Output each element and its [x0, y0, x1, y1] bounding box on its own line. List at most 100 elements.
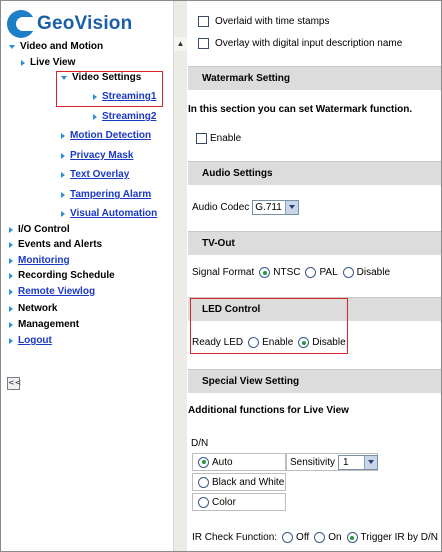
sidebar-item-label: Logout: [18, 335, 52, 346]
expanded-arrow-icon: [9, 44, 15, 49]
ir-trigger-label: Trigger IR by D/N: [360, 532, 438, 543]
sidebar-item-label: Text Overlay: [70, 169, 130, 180]
sidebar-scrollbar[interactable]: ▲: [173, 1, 187, 551]
collapsed-arrow-icon: [61, 171, 65, 178]
watermark-description: In this section you can set Watermark fu…: [188, 104, 413, 115]
audio-codec-select[interactable]: G.711: [252, 200, 299, 215]
sidebar-item-label: Network: [18, 303, 58, 314]
watermark-section-header: Watermark Setting: [188, 66, 441, 90]
sidebar-item-label: Management: [18, 319, 80, 330]
dn-color-label: Color: [212, 496, 236, 508]
highlight-box-led-control: [190, 298, 348, 354]
chevron-down-icon: [284, 201, 298, 214]
overlay-input-checkbox[interactable]: [198, 38, 209, 49]
audio-section-header: Audio Settings: [188, 161, 441, 185]
sidebar-item-label: I/O Control: [18, 224, 70, 235]
ir-on-radio[interactable]: [314, 532, 326, 543]
sidebar-item-recording-schedule[interactable]: Recording Schedule: [9, 270, 115, 281]
tvout-section-header: TV-Out: [188, 231, 441, 255]
overlay-time-row: Overlaid with time stamps: [198, 16, 329, 27]
tvout-disable-radio[interactable]: [342, 267, 354, 278]
sidebar-item-remote-viewlog[interactable]: Remote Viewlog: [9, 286, 95, 297]
sidebar-item-text-overlay[interactable]: Text Overlay: [61, 169, 129, 180]
sidebar-item-label: Recording Schedule: [18, 270, 115, 281]
collapse-sidebar-button[interactable]: <<: [7, 377, 21, 390]
sidebar-item-live-view[interactable]: Live View: [21, 57, 75, 68]
sidebar-item-label: Visual Automation: [70, 208, 158, 219]
collapsed-arrow-icon: [9, 241, 13, 248]
chevron-down-icon: [364, 455, 378, 469]
sidebar-item-label: Remote Viewlog: [18, 286, 96, 297]
collapsed-arrow-icon: [61, 210, 65, 217]
sidebar-item-visual-automation[interactable]: Visual Automation: [61, 208, 157, 219]
sidebar-item-label: Streaming2: [102, 111, 157, 122]
signal-format-row: Signal Format NTSC PAL Disable: [192, 267, 390, 278]
dn-bw-radio[interactable]: [198, 476, 209, 488]
watermark-enable-checkbox[interactable]: [196, 133, 207, 144]
overlay-input-label: Overlay with digital input description n…: [215, 38, 403, 49]
collapsed-arrow-icon: [9, 226, 13, 233]
sidebar-item-label: Privacy Mask: [70, 150, 134, 161]
sidebar-item-label: Video and Motion: [20, 41, 104, 52]
sensitivity-label: Sensitivity: [290, 456, 336, 468]
sidebar-item-network[interactable]: Network: [9, 303, 57, 314]
audio-codec-row: Audio Codec G.711: [192, 200, 299, 215]
collapsed-arrow-icon: [61, 191, 65, 198]
pal-label: PAL: [319, 267, 338, 278]
logo-text: GeoVision: [37, 13, 133, 34]
overlay-input-row: Overlay with digital input description n…: [198, 38, 402, 49]
geovision-logo: GeoVision: [7, 9, 132, 39]
signal-format-label: Signal Format: [192, 267, 255, 278]
sidebar-item-label: Motion Detection: [70, 130, 152, 141]
tvout-disable-label: Disable: [356, 267, 391, 278]
sidebar-item-label: Events and Alerts: [18, 239, 103, 250]
dn-bw-label: Black and White: [212, 476, 285, 488]
sidebar-item-streaming2[interactable]: Streaming2: [93, 111, 156, 122]
watermark-enable-row: Enable: [196, 133, 241, 144]
pal-radio[interactable]: [305, 267, 317, 278]
sidebar-item-events-and-alerts[interactable]: Events and Alerts: [9, 239, 102, 250]
collapsed-arrow-icon: [93, 113, 97, 120]
ir-on-label: On: [328, 532, 342, 543]
sidebar-item-video-and-motion[interactable]: Video and Motion: [9, 41, 103, 52]
sensitivity-value: 1: [343, 456, 349, 468]
sidebar-item-privacy-mask[interactable]: Privacy Mask: [61, 150, 133, 161]
collapsed-arrow-icon: [9, 305, 13, 312]
sensitivity-select[interactable]: 1: [338, 454, 379, 470]
sidebar-item-io-control[interactable]: I/O Control: [9, 224, 70, 235]
audio-codec-label: Audio Codec: [192, 202, 250, 213]
sidebar-item-label: Tampering Alarm: [70, 189, 152, 200]
special-view-description: Additional functions for Live View: [188, 405, 349, 416]
sidebar-item-tampering-alarm[interactable]: Tampering Alarm: [61, 189, 151, 200]
dn-color-radio[interactable]: [198, 496, 209, 508]
dn-bw-cell: Black and White: [192, 473, 286, 491]
dn-auto-label: Auto: [212, 456, 233, 468]
ir-trigger-radio[interactable]: [346, 532, 358, 543]
watermark-enable-label: Enable: [210, 133, 242, 144]
ntsc-radio[interactable]: [259, 267, 271, 278]
collapsed-arrow-icon: [21, 59, 25, 66]
sidebar: GeoVision Video and Motion Live View Vid…: [1, 1, 173, 551]
sidebar-item-label: Monitoring: [18, 255, 70, 266]
dn-auto-cell: Auto: [192, 453, 286, 471]
sidebar-item-management[interactable]: Management: [9, 319, 79, 330]
overlay-time-checkbox[interactable]: [198, 16, 209, 27]
sidebar-item-logout[interactable]: Logout: [9, 335, 52, 346]
scroll-up-arrow-icon[interactable]: ▲: [174, 37, 187, 51]
collapsed-arrow-icon: [9, 272, 13, 279]
ir-off-radio[interactable]: [282, 532, 294, 543]
overlay-time-label: Overlaid with time stamps: [215, 16, 330, 27]
sidebar-item-monitoring[interactable]: Monitoring: [9, 255, 70, 266]
logo-mark-icon: [7, 10, 35, 38]
collapsed-arrow-icon: [61, 132, 65, 139]
sensitivity-cell: Sensitivity 1: [286, 453, 379, 471]
sidebar-item-motion-detection[interactable]: Motion Detection: [61, 130, 151, 141]
dn-auto-radio[interactable]: [198, 456, 209, 468]
collapsed-arrow-icon: [9, 257, 13, 264]
dn-label: D/N: [191, 438, 209, 449]
ir-check-label: IR Check Function:: [192, 532, 278, 543]
ir-off-label: Off: [296, 532, 310, 543]
sidebar-item-label: Live View: [30, 57, 76, 68]
highlight-box-video-settings: [56, 71, 163, 107]
special-view-section-header: Special View Setting: [188, 369, 441, 393]
